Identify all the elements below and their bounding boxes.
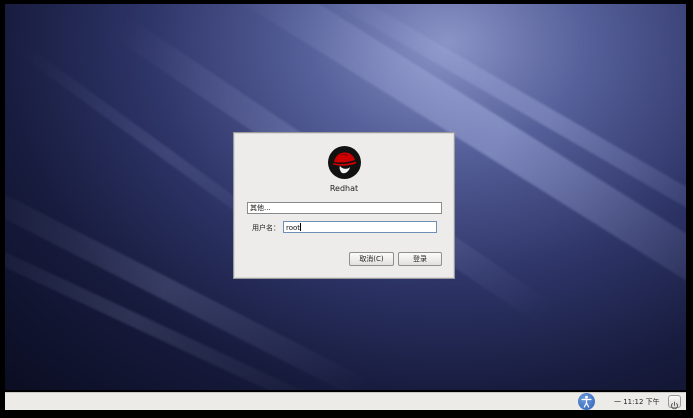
accessibility-icon[interactable] [578, 393, 595, 410]
screen: Redhat 其他... 用户名： root 取消(C) 登录 一 11:12 … [0, 0, 693, 418]
redhat-shadowman-icon [328, 146, 361, 179]
login-button[interactable]: 登录 [398, 252, 442, 266]
clock[interactable]: 一 11:12 下午 [614, 397, 660, 407]
power-icon[interactable] [668, 395, 681, 410]
bottom-panel: 一 11:12 下午 [5, 392, 686, 410]
username-label: 用户名： [252, 224, 280, 232]
username-value: root [286, 224, 301, 232]
login-dialog: Redhat 其他... 用户名： root 取消(C) 登录 [233, 132, 455, 279]
cancel-button[interactable]: 取消(C) [349, 252, 394, 266]
host-label: Redhat [329, 184, 359, 193]
desktop-wallpaper: Redhat 其他... 用户名： root 取消(C) 登录 [5, 4, 686, 390]
text-caret [300, 223, 302, 231]
username-input[interactable]: root [283, 221, 437, 233]
other-user-option[interactable]: 其他... [247, 202, 442, 214]
